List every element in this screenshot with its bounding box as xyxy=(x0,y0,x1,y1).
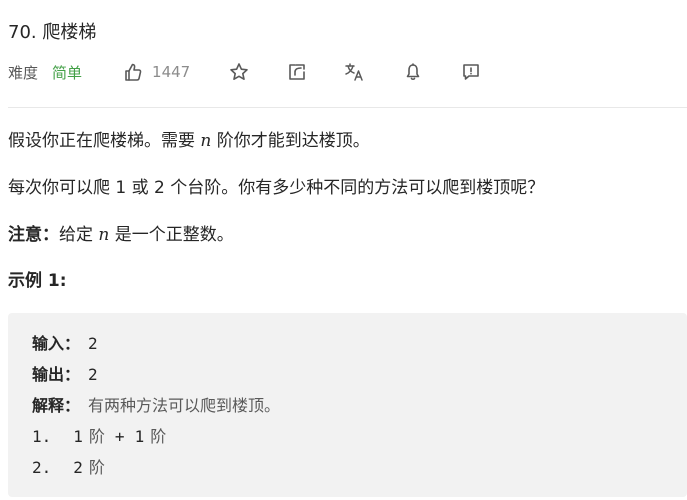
star-icon[interactable] xyxy=(228,61,250,83)
thumb-up-icon xyxy=(122,61,144,83)
output-value: 2 xyxy=(88,365,98,384)
example-step-2: 2. 2 阶 xyxy=(32,458,105,478)
example-title: 示例 1: xyxy=(8,271,67,291)
example-step-1: 1. 1 阶 +1 阶 xyxy=(32,427,166,447)
problem-title: 70. 爬楼梯 xyxy=(8,22,97,43)
step-number: 1. xyxy=(32,427,52,446)
explain-label: 解释： xyxy=(32,396,81,415)
problem-page: 70. 爬楼梯 难度 简单 1447 假设你正在爬楼梯。需要 n 阶你才能到达楼… xyxy=(0,0,687,500)
like-count: 1447 xyxy=(152,63,191,81)
description-paragraph-1: 假设你正在爬楼梯。需要 n 阶你才能到达楼顶。 xyxy=(8,130,370,152)
feedback-icon[interactable] xyxy=(460,61,482,83)
header-divider xyxy=(8,107,687,108)
variable-n: n xyxy=(98,225,110,245)
input-value: 2 xyxy=(88,334,98,353)
example-output-line: 输出： 2 xyxy=(32,365,98,385)
note-text-before: 给定 xyxy=(59,225,99,245)
bell-icon[interactable] xyxy=(402,61,424,83)
description-paragraph-2: 每次你可以爬 1 或 2 个台阶。你有多少种不同的方法可以爬到楼顶呢？ xyxy=(8,178,545,198)
difficulty-value: 简单 xyxy=(52,63,83,82)
example-input-line: 输入： 2 xyxy=(32,334,98,354)
step-number: 2. xyxy=(32,458,52,477)
variable-n: n xyxy=(200,131,212,151)
input-label: 输入： xyxy=(32,334,81,353)
note-paragraph: 注意：给定 n 是一个正整数。 xyxy=(8,224,234,246)
step-unit: 阶 xyxy=(88,458,105,477)
example-code-block: 输入： 2 输出： 2 解释： 有两种方法可以爬到楼顶。 1. 1 阶 +1 阶 2. 2 阶 xyxy=(8,313,687,497)
translate-icon[interactable] xyxy=(344,61,366,83)
example-explain-line: 解释： 有两种方法可以爬到楼顶。 xyxy=(32,396,280,416)
like-button[interactable]: 1447 xyxy=(122,61,190,83)
step-value: 1 xyxy=(134,427,145,446)
note-text-after: 是一个正整数。 xyxy=(109,225,234,245)
difficulty-label: 难度 xyxy=(8,63,39,82)
step-unit: 阶 xyxy=(150,427,167,446)
share-icon[interactable] xyxy=(286,61,308,83)
step-plus: + xyxy=(114,427,125,446)
p1-text-after: 阶你才能到达楼顶。 xyxy=(211,131,370,151)
explain-value: 有两种方法可以爬到楼顶。 xyxy=(88,396,281,415)
step-unit: 阶 xyxy=(88,427,105,446)
output-label: 输出： xyxy=(32,365,81,384)
p1-text-before: 假设你正在爬楼梯。需要 xyxy=(8,131,201,151)
step-value: 1 xyxy=(73,427,83,446)
step-value: 2 xyxy=(73,458,83,477)
problem-meta-bar: 难度 简单 1447 xyxy=(8,61,482,83)
note-label: 注意： xyxy=(8,225,59,245)
